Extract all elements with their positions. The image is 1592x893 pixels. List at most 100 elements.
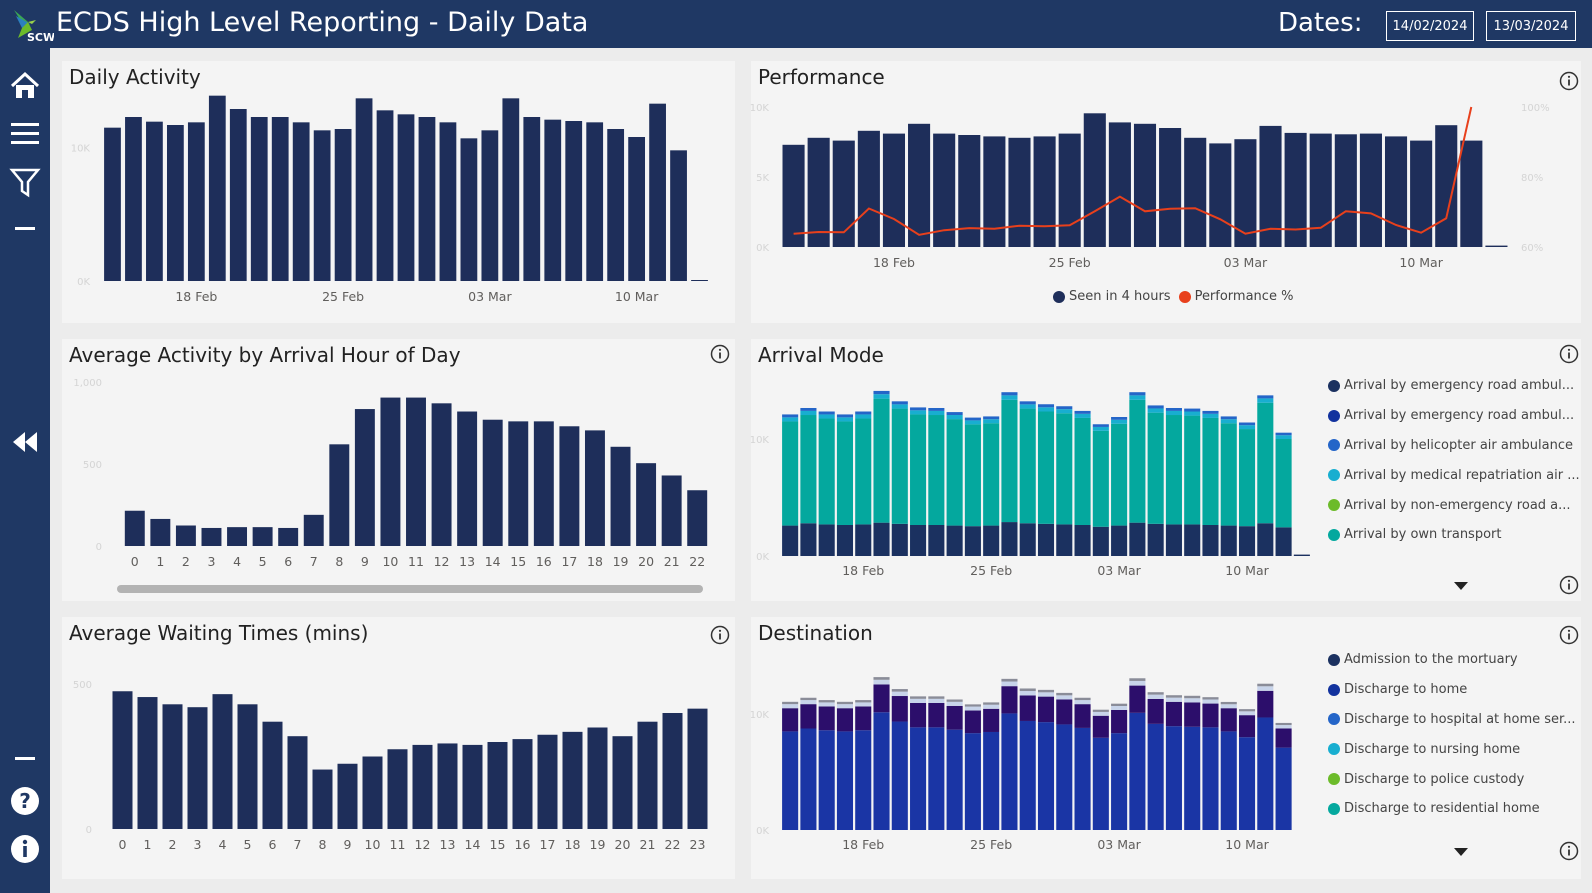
help-icon[interactable]: ? xyxy=(9,785,41,817)
bar-segment xyxy=(928,727,945,830)
bar-segment xyxy=(910,727,927,830)
bar xyxy=(439,122,457,281)
bar xyxy=(502,98,520,281)
bar-segment xyxy=(1001,522,1018,556)
legend-label: Arrival by medical repatriation air ... xyxy=(1344,467,1580,483)
y-tick-label: 10K xyxy=(750,103,770,114)
bar-segment xyxy=(1165,410,1182,416)
bar-segment xyxy=(1238,715,1256,738)
start-date-field[interactable]: 14/02/2024 xyxy=(1386,11,1474,41)
bar-segment xyxy=(964,424,981,527)
home-icon[interactable] xyxy=(9,70,41,102)
legend-label: Discharge to hospital at home ser... xyxy=(1344,711,1576,727)
x-tick-label: 15 xyxy=(490,837,506,852)
x-tick-label: 18 xyxy=(587,554,603,569)
legend-item[interactable]: Performance % xyxy=(1178,289,1293,304)
legend-item[interactable]: Arrival by own transport xyxy=(1328,520,1580,550)
bar-segment xyxy=(1257,395,1274,399)
x-tick-label: 18 Feb xyxy=(842,563,884,578)
legend-item[interactable]: Discharge to residential home xyxy=(1328,794,1576,824)
y-tick-label: 10K xyxy=(750,710,770,721)
bar-segment xyxy=(782,414,799,418)
legend-item[interactable]: Discharge to home xyxy=(1328,675,1576,705)
bar-segment xyxy=(1238,422,1256,426)
bar xyxy=(586,122,604,281)
minus-icon[interactable] xyxy=(9,743,41,775)
bar-segment xyxy=(946,699,963,702)
legend-item[interactable]: Arrival by emergency road ambul... xyxy=(1328,401,1580,431)
legend-item[interactable]: Arrival by emergency road ambul... xyxy=(1328,371,1580,401)
x-tick-label: 03 Mar xyxy=(1097,563,1141,578)
x-tick-label: 25 Feb xyxy=(970,837,1012,852)
minus-icon[interactable] xyxy=(9,213,41,245)
bar-segment xyxy=(800,407,817,411)
x-tick-label: 20 xyxy=(615,837,631,852)
bar xyxy=(1460,140,1483,247)
legend-item[interactable]: Arrival by non-emergency road a... xyxy=(1328,490,1580,520)
bar-segment xyxy=(964,733,981,830)
x-tick-label: 12 xyxy=(415,837,431,852)
bar-segment xyxy=(1184,411,1201,416)
bar xyxy=(1159,128,1182,247)
bar-segment xyxy=(1238,526,1256,556)
bar-segment xyxy=(891,696,908,722)
x-tick-label: 13 xyxy=(459,554,475,569)
y-tick-label: 0 xyxy=(96,542,102,553)
bar-segment xyxy=(818,418,835,525)
x-tick-label: 21 xyxy=(664,554,680,569)
x-tick-label: 18 Feb xyxy=(873,255,915,270)
legend-scroll-down-icon[interactable] xyxy=(1454,582,1468,590)
legend-item[interactable]: Admission to the mortuary xyxy=(1328,645,1576,675)
legend-item[interactable]: Arrival by helicopter air ambulance xyxy=(1328,431,1580,461)
bar-segment xyxy=(1202,727,1219,830)
svg-text:?: ? xyxy=(19,789,31,813)
bar-segment xyxy=(1147,723,1164,830)
x-tick-label: 0 xyxy=(119,837,127,852)
bar xyxy=(908,123,931,247)
bar xyxy=(387,749,408,829)
bar-segment xyxy=(1037,692,1055,697)
info-icon[interactable] xyxy=(1559,841,1579,861)
collapse-icon[interactable] xyxy=(9,426,41,458)
bar-segment xyxy=(1056,699,1073,725)
legend-label: Discharge to nursing home xyxy=(1344,741,1521,757)
bar xyxy=(1008,137,1031,247)
horizontal-scrollbar[interactable] xyxy=(117,585,703,593)
legend-item[interactable]: Arrival by medical repatriation air ... xyxy=(1328,460,1580,490)
bar-segment xyxy=(836,414,854,418)
bar-segment xyxy=(1184,698,1201,703)
bar-segment xyxy=(1129,395,1146,400)
x-tick-label: 23 xyxy=(690,837,706,852)
bar xyxy=(146,121,163,281)
info-icon[interactable] xyxy=(9,833,41,865)
bar-segment xyxy=(1257,523,1274,556)
bar-segment xyxy=(1165,697,1182,702)
legend-item[interactable]: Discharge to hospital at home ser... xyxy=(1328,705,1576,735)
bar-segment xyxy=(928,696,945,699)
bar-segment xyxy=(1220,416,1237,420)
legend-item[interactable]: Discharge to nursing home xyxy=(1328,734,1576,764)
legend-item[interactable]: Discharge to police custody xyxy=(1328,764,1576,794)
bar-segment xyxy=(1238,737,1256,830)
bar-segment xyxy=(946,729,963,830)
bar-segment xyxy=(964,420,981,425)
filter-icon[interactable] xyxy=(9,166,41,198)
bar-segment xyxy=(1257,683,1274,687)
info-icon[interactable] xyxy=(1559,575,1579,595)
bar xyxy=(1334,134,1357,247)
bar-segment xyxy=(800,704,817,729)
bar-segment xyxy=(964,417,981,421)
legend-item[interactable]: Seen in 4 hours xyxy=(1053,289,1171,304)
bar xyxy=(208,95,226,281)
end-date-field[interactable]: 13/03/2024 xyxy=(1486,11,1576,41)
x-tick-label: 8 xyxy=(335,554,343,569)
bar xyxy=(882,133,906,247)
bar xyxy=(334,129,352,281)
bar-segment xyxy=(836,704,854,709)
bar-segment xyxy=(983,419,1000,424)
bar xyxy=(1384,136,1408,247)
bar-segment xyxy=(983,702,1000,705)
menu-icon[interactable] xyxy=(9,118,41,150)
legend-scroll-down-icon[interactable] xyxy=(1454,848,1468,856)
bar-segment xyxy=(1056,406,1073,410)
